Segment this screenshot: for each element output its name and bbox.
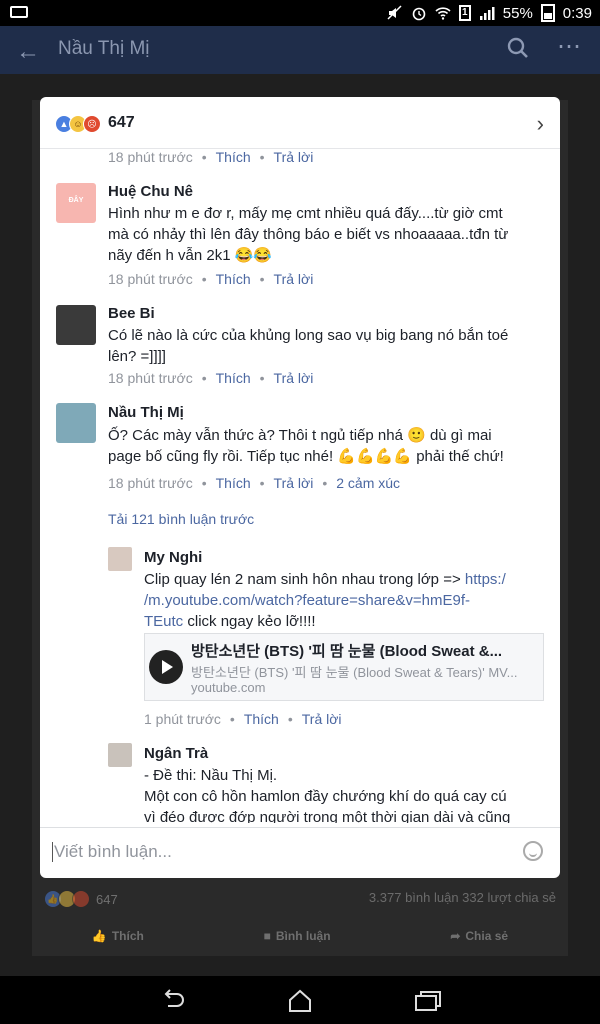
reply-link[interactable]: Trả lời: [274, 149, 314, 165]
battery-percent: 55%: [502, 4, 533, 22]
link-preview-card[interactable]: 방탄소년단 (BTS) '피 땀 눈물 (Blood Sweat &... 방탄…: [144, 633, 544, 701]
comment-input-bar: Viết bình luận...: [40, 827, 560, 878]
back-arrow-icon[interactable]: ←: [16, 38, 40, 66]
signal-icon: [479, 7, 495, 20]
mute-icon: [387, 5, 402, 20]
dialog-header[interactable]: ▲ ☺ ☹ 647 ›: [40, 97, 560, 149]
comment-text: Hình như m e đơ r, mấy mẹ cmt nhiều quá …: [108, 205, 509, 264]
comment-text: Ố? Các mày vẫn thức à? Thôi t ngủ tiếp n…: [108, 427, 504, 465]
wifi-icon: [435, 7, 451, 20]
commenter-name[interactable]: Bee Bi: [108, 305, 155, 322]
like-link[interactable]: Thích: [216, 149, 251, 165]
avatar[interactable]: [108, 547, 132, 571]
like-link[interactable]: Thích: [244, 711, 279, 727]
chevron-right-icon[interactable]: ›: [537, 111, 544, 137]
more-options-icon[interactable]: ⋯: [557, 32, 582, 61]
home-nav-icon[interactable]: [287, 988, 313, 1014]
comment-text: Clip quay lén 2 nam sinh hôn nhau trong …: [144, 569, 548, 632]
avatar[interactable]: [56, 403, 96, 443]
gallery-notification-icon: [10, 6, 28, 18]
link-domain: youtube.com: [191, 680, 266, 695]
play-icon: [149, 650, 183, 684]
comment-text: Có lẽ nào là cức của khủng long sao vụ b…: [108, 327, 509, 365]
app-bar: ← Nầu Thị Mị ⋯: [0, 26, 600, 74]
reactions-link[interactable]: 2 cảm xúc: [336, 475, 400, 491]
like-link[interactable]: Thích: [216, 271, 251, 287]
background-like-button: 👍 Thích: [91, 929, 144, 943]
reply-link[interactable]: Trả lời: [302, 711, 342, 727]
reply-link[interactable]: Trả lời: [274, 271, 314, 287]
url-link[interactable]: TEutc: [144, 613, 183, 630]
sim-icon: 1: [458, 5, 471, 21]
share-arrow-icon: ➦: [450, 929, 461, 943]
comment-bubble-icon: ■: [263, 929, 271, 943]
comment-meta: 18 phút trước • Thích • Trả lời: [108, 370, 314, 386]
commenter-name[interactable]: Huệ Chu Nê: [108, 183, 193, 200]
comment-input[interactable]: Viết bình luận...: [52, 842, 172, 862]
commenter-name[interactable]: Nầu Thị Mị: [108, 404, 184, 421]
comment-meta: 1 phút trước • Thích • Trả lời: [144, 711, 342, 727]
commenter-name[interactable]: Ngân Trà: [144, 745, 208, 762]
status-bar: 1 55% 0:39: [0, 0, 600, 26]
angry-reaction-icon: ☹: [83, 115, 101, 133]
recents-nav-icon[interactable]: [414, 988, 442, 1014]
comment-meta: 18 phút trước • Thích • Trả lời: [108, 149, 314, 165]
thumb-icon: 👍: [91, 929, 107, 943]
avatar[interactable]: [108, 743, 132, 767]
background-share-button: ➦ Chia sẻ: [450, 929, 509, 943]
clock: 0:39: [562, 4, 592, 22]
search-icon[interactable]: [506, 36, 530, 60]
system-nav-bar: [0, 976, 600, 1024]
background-reactions: 👍 647: [44, 890, 118, 908]
load-previous-comments[interactable]: Tải 121 bình luận trước: [108, 511, 254, 527]
comments-dialog: ▲ ☺ ☹ 647 › 18 phút trước • Thích • Trả lời …: [40, 97, 560, 878]
reaction-count: 647: [108, 114, 135, 131]
background-comment-share: 3.377 bình luận 332 lượt chia sẻ: [368, 890, 556, 905]
reply-link[interactable]: Trả lời: [274, 475, 314, 491]
avatar[interactable]: [56, 305, 96, 345]
commenter-name[interactable]: My Nghi: [144, 549, 202, 566]
link-description: 방탄소년단 (BTS) '피 땀 눈물 (Blood Sweat & Tears…: [191, 665, 518, 680]
url-link[interactable]: /m.youtube.com/watch?feature=share&v=hmE…: [144, 590, 548, 611]
background-reaction-count: 647: [96, 891, 118, 907]
reply-link[interactable]: Trả lời: [274, 370, 314, 386]
link-title: 방탄소년단 (BTS) '피 땀 눈물 (Blood Sweat &...: [191, 643, 503, 660]
comment-text: - Đề thi: Nầu Thị Mị. Một con cô hồn ham…: [144, 767, 511, 823]
avatar[interactable]: ĐÂY: [56, 183, 96, 223]
like-link[interactable]: Thích: [216, 370, 251, 386]
background-actions: 👍 Thích ■ Bình luận ➦ Chia sẻ: [32, 918, 568, 954]
page-title: Nầu Thị Mị: [58, 38, 150, 59]
url-link[interactable]: https:/: [465, 571, 506, 588]
alarm-icon: [412, 7, 426, 21]
comment-meta: 18 phút trước • Thích • Trả lời • 2 cảm xúc: [108, 475, 401, 491]
background-comment-button: ■ Bình luận: [263, 929, 331, 943]
like-link[interactable]: Thích: [216, 475, 251, 491]
comment-list[interactable]: 18 phút trước • Thích • Trả lời ĐÂY Huệ Chu …: [40, 149, 560, 823]
battery-icon: [540, 4, 555, 22]
reaction-icons: ▲ ☺ ☹: [55, 115, 101, 133]
emoji-icon[interactable]: [523, 841, 543, 861]
comment-meta: 18 phút trước • Thích • Trả lời: [108, 271, 314, 287]
avatar-text: ĐÂY: [68, 197, 84, 204]
back-nav-icon[interactable]: [160, 988, 186, 1014]
